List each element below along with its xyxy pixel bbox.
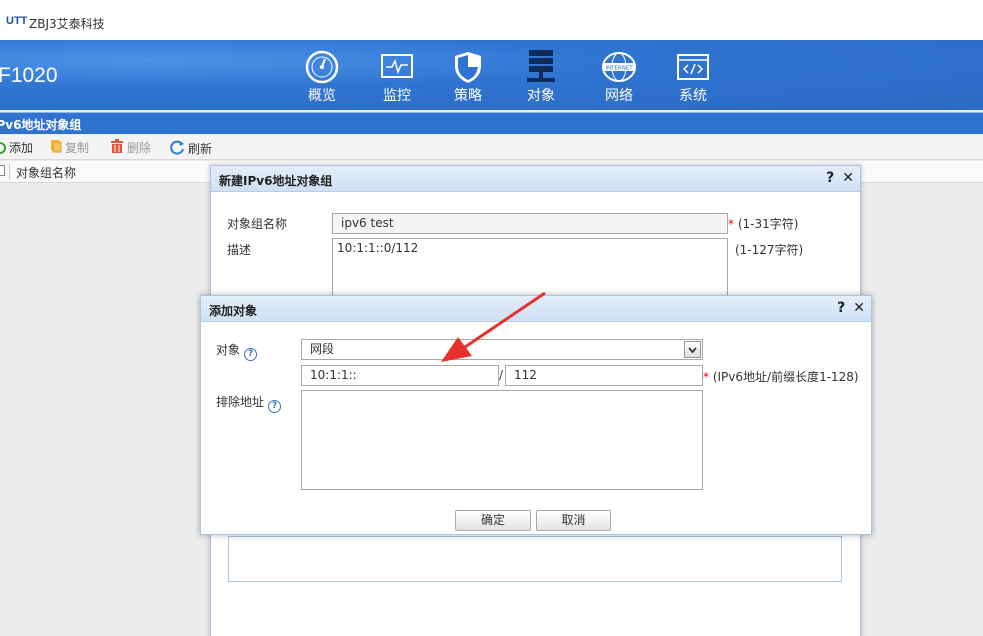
annotation-arrow [441, 291, 546, 362]
